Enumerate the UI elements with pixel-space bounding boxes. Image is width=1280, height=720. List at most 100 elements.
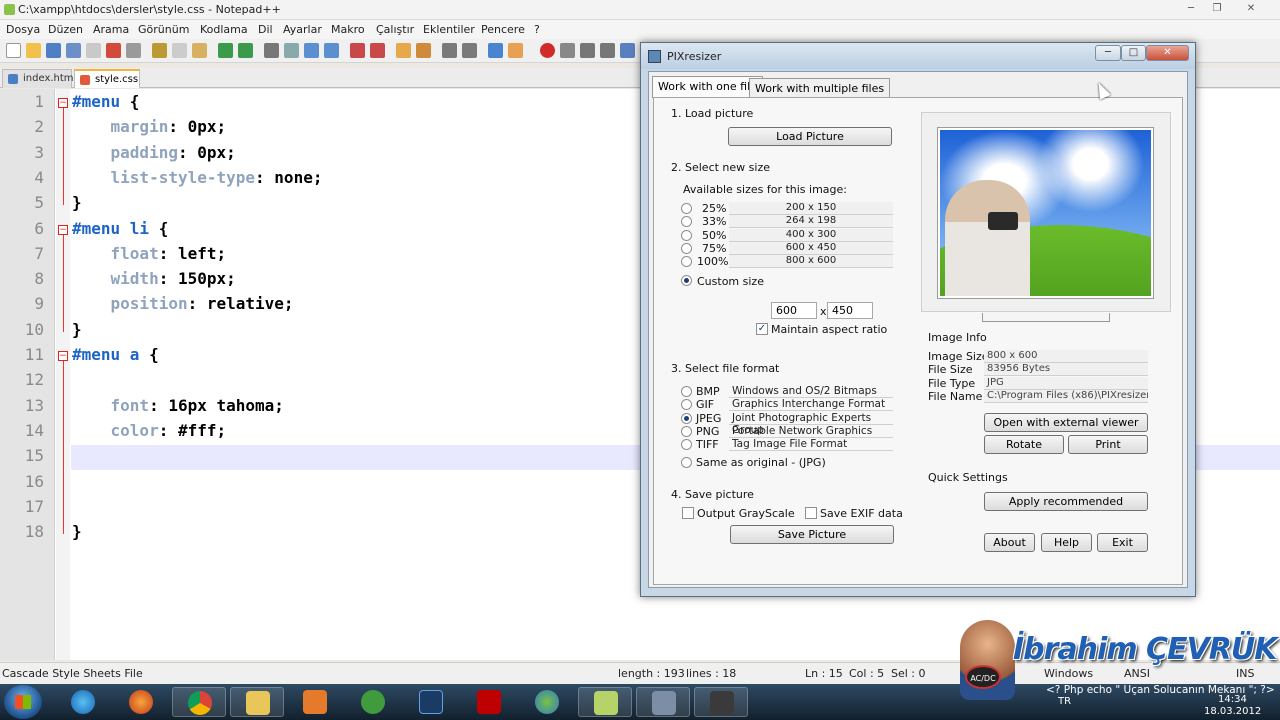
taskbar-firefox[interactable] bbox=[114, 687, 168, 717]
tab-style-css[interactable]: style.css bbox=[74, 69, 140, 88]
close-file-icon[interactable] bbox=[86, 43, 101, 58]
exit-button[interactable]: Exit bbox=[1097, 533, 1148, 552]
wrap-icon[interactable] bbox=[396, 43, 411, 58]
custom-height-input[interactable]: 450 bbox=[827, 302, 873, 319]
menu-pencere[interactable]: Pencere bbox=[481, 23, 525, 36]
find-icon[interactable] bbox=[264, 43, 279, 58]
undo-icon[interactable] bbox=[218, 43, 233, 58]
minimize-icon[interactable]: ─ bbox=[1095, 45, 1121, 61]
format-radio[interactable] bbox=[681, 386, 692, 397]
fold-toggle-icon[interactable]: − bbox=[58, 224, 68, 235]
load-picture-button[interactable]: Load Picture bbox=[728, 127, 892, 146]
minimize-icon[interactable]: ─ bbox=[1180, 2, 1202, 16]
save-picture-button[interactable]: Save Picture bbox=[730, 525, 894, 544]
tab-multiple-files[interactable]: Work with multiple files bbox=[749, 78, 891, 98]
menu-ayarlar[interactable]: Ayarlar bbox=[283, 23, 322, 36]
close-all-icon[interactable] bbox=[106, 43, 121, 58]
paste-icon[interactable] bbox=[192, 43, 207, 58]
apply-recommended-button[interactable]: Apply recommended bbox=[984, 492, 1148, 511]
fold-toggle-icon[interactable]: − bbox=[58, 351, 68, 361]
func-list-icon[interactable] bbox=[508, 43, 523, 58]
all-chars-icon[interactable] bbox=[416, 43, 431, 58]
taskbar-filezilla[interactable] bbox=[462, 687, 516, 717]
menu-kodlama[interactable]: Kodlama bbox=[200, 23, 248, 36]
taskbar-photoshop[interactable] bbox=[404, 687, 458, 717]
grayscale-checkbox[interactable] bbox=[682, 507, 694, 519]
firefox-icon bbox=[129, 690, 153, 714]
custom-width-input[interactable]: 600 bbox=[771, 302, 817, 319]
code-text: } bbox=[72, 522, 82, 542]
taskbar-notepadpp[interactable] bbox=[578, 687, 632, 717]
menu-eklentiler[interactable]: Eklentiler bbox=[423, 23, 475, 36]
code-line: #menu a { bbox=[72, 345, 159, 364]
code-text: { bbox=[139, 345, 159, 364]
close-icon[interactable]: ✕ bbox=[1240, 2, 1262, 16]
rotate-button[interactable]: Rotate bbox=[984, 435, 1064, 454]
menu-dil[interactable]: Dil bbox=[258, 23, 273, 36]
replace-icon[interactable] bbox=[284, 43, 299, 58]
exif-checkbox[interactable] bbox=[805, 507, 817, 519]
indent-guide-icon[interactable] bbox=[442, 43, 457, 58]
cut-icon[interactable] bbox=[152, 43, 167, 58]
size-percent-label: 33% bbox=[702, 215, 727, 229]
tab-index-html[interactable]: index.html bbox=[2, 69, 76, 88]
menu-help[interactable]: ? bbox=[534, 23, 540, 36]
taskbar-messenger[interactable] bbox=[520, 687, 574, 717]
maintain-aspect-checkbox[interactable]: ✓ bbox=[756, 323, 768, 335]
open-external-viewer-button[interactable]: Open with external viewer bbox=[984, 413, 1148, 432]
size-radio[interactable] bbox=[681, 229, 692, 241]
sync-v-icon[interactable] bbox=[350, 43, 365, 58]
play-macro-icon[interactable] bbox=[580, 43, 595, 58]
code-line: } bbox=[72, 522, 82, 541]
internet-explorer-icon bbox=[71, 690, 95, 714]
menu-gorunum[interactable]: Görünüm bbox=[138, 23, 189, 36]
run-macro-icon[interactable] bbox=[600, 43, 615, 58]
save-all-icon[interactable] bbox=[66, 43, 81, 58]
menu-calistir[interactable]: Çalıştır bbox=[376, 23, 414, 36]
print-button[interactable]: Print bbox=[1068, 435, 1148, 454]
custom-size-radio[interactable] bbox=[681, 275, 692, 286]
pix-title-bar: PIXresizer ─ □ ✕ bbox=[641, 43, 1195, 69]
maximize-icon[interactable]: ❐ bbox=[1206, 2, 1228, 16]
start-button[interactable] bbox=[4, 685, 42, 719]
size-radio[interactable] bbox=[681, 203, 692, 214]
taskbar-pixresizer[interactable] bbox=[636, 687, 690, 717]
maximize-icon[interactable]: □ bbox=[1121, 45, 1146, 61]
new-file-icon[interactable] bbox=[6, 43, 21, 58]
doc-map-icon[interactable] bbox=[462, 43, 477, 58]
copy-icon[interactable] bbox=[172, 43, 187, 58]
tab-one-file[interactable]: Work with one file bbox=[652, 76, 763, 98]
taskbar-ie[interactable] bbox=[56, 687, 110, 717]
menu-dosya[interactable]: Dosya bbox=[6, 23, 40, 36]
zoom-out-icon[interactable] bbox=[324, 43, 339, 58]
tray-date[interactable]: 18.03.2012 bbox=[1204, 706, 1261, 717]
about-button[interactable]: About bbox=[984, 533, 1035, 552]
stop-macro-icon[interactable] bbox=[560, 43, 575, 58]
css-property: color bbox=[72, 420, 159, 440]
info-label: File Size bbox=[928, 363, 973, 377]
fold-toggle-icon[interactable]: − bbox=[58, 98, 68, 108]
redo-icon[interactable] bbox=[238, 43, 253, 58]
menu-duzen[interactable]: Düzen bbox=[48, 23, 83, 36]
size-radio[interactable] bbox=[681, 242, 692, 254]
format-radio[interactable] bbox=[681, 425, 692, 437]
sync-h-icon[interactable] bbox=[370, 43, 385, 58]
record-macro-icon[interactable] bbox=[540, 43, 555, 58]
help-button[interactable]: Help bbox=[1041, 533, 1092, 552]
open-file-icon[interactable] bbox=[26, 43, 41, 58]
close-icon[interactable]: ✕ bbox=[1146, 45, 1189, 61]
menu-arama[interactable]: Arama bbox=[93, 23, 129, 36]
lang-icon[interactable] bbox=[488, 43, 503, 58]
taskbar-camstudio[interactable] bbox=[694, 687, 748, 717]
menu-makro[interactable]: Makro bbox=[331, 23, 365, 36]
format-radio[interactable] bbox=[681, 412, 692, 424]
print-icon[interactable] bbox=[126, 43, 141, 58]
save-macro-icon[interactable] bbox=[620, 43, 635, 58]
taskbar-explorer[interactable] bbox=[230, 687, 284, 717]
same-as-original-radio[interactable] bbox=[681, 457, 692, 468]
taskbar-media[interactable] bbox=[288, 687, 342, 717]
save-icon[interactable] bbox=[46, 43, 61, 58]
zoom-in-icon[interactable] bbox=[304, 43, 319, 58]
taskbar-utorrent[interactable] bbox=[346, 687, 400, 717]
taskbar-chrome[interactable] bbox=[172, 687, 226, 717]
